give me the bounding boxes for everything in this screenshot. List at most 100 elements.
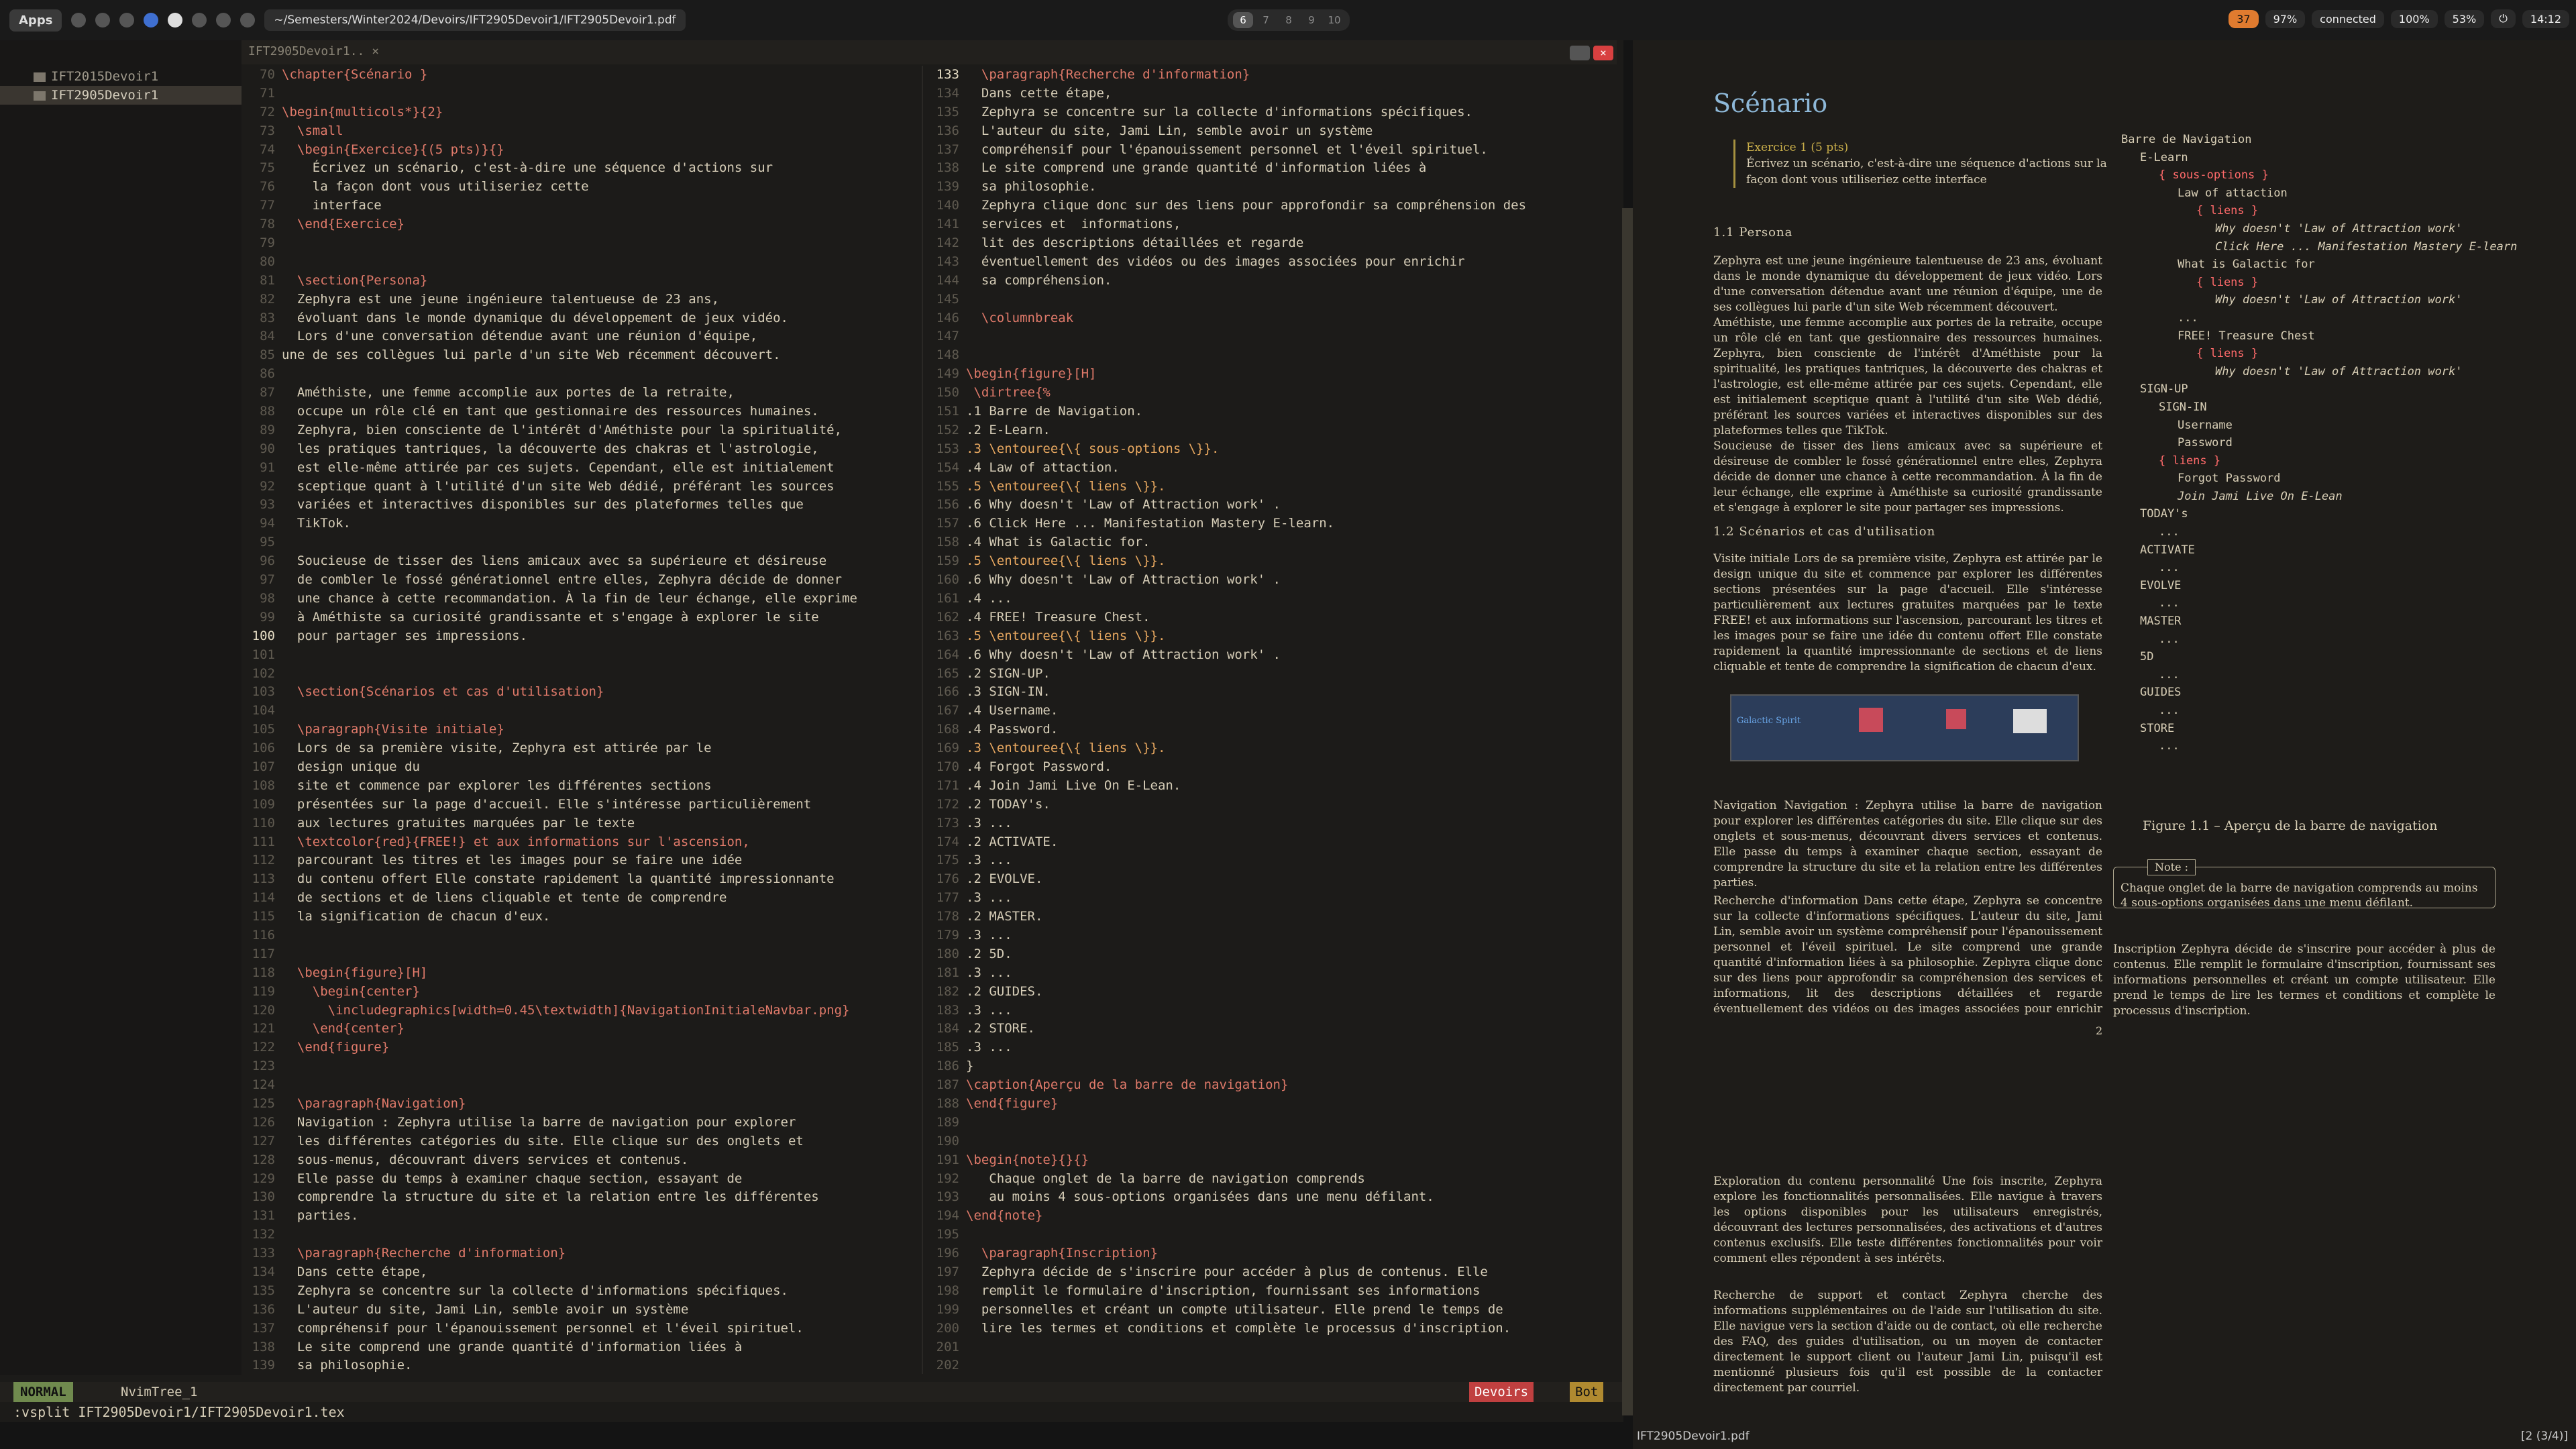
code-line[interactable]: 152 .2 E-Learn. [926, 421, 1617, 440]
code-line[interactable]: 146 \columnbreak [926, 309, 1617, 328]
code-line[interactable]: 96 Soucieuse de tisser des liens amicaux… [241, 552, 919, 571]
code-line[interactable]: 77 interface [241, 197, 919, 215]
code-line[interactable]: 74 \begin{Exercice}{(5 pts)}{} [241, 141, 919, 160]
code-line[interactable]: 154 .4 Law of attaction. [926, 459, 1617, 478]
code-line[interactable]: 124 [241, 1076, 919, 1095]
workspace-10[interactable]: 10 [1324, 12, 1344, 28]
code-line[interactable]: 185 .3 ... [926, 1038, 1617, 1057]
code-line[interactable]: 174 .2 ACTIVATE. [926, 833, 1617, 852]
code-line[interactable]: 125 \paragraph{Navigation} [241, 1095, 919, 1114]
code-line[interactable]: 150 \dirtree{% [926, 384, 1617, 402]
code-line[interactable]: 92 sceptique quant à l'utilité d'un site… [241, 478, 919, 496]
code-line[interactable]: 201 [926, 1338, 1617, 1357]
code-line[interactable]: 175 .3 ... [926, 851, 1617, 870]
code-line[interactable]: 99 à Améthiste sa curiosité grandissante… [241, 608, 919, 627]
code-line[interactable]: 90 les pratiques tantriques, la découver… [241, 440, 919, 459]
code-line[interactable]: 182 .2 GUIDES. [926, 983, 1617, 1002]
window-icon[interactable] [240, 13, 256, 28]
code-line[interactable]: 168 .4 Password. [926, 720, 1617, 739]
code-line[interactable]: 127 les différentes catégories du site. … [241, 1132, 919, 1151]
code-line[interactable]: 82 Zephyra est une jeune ingénieure tale… [241, 290, 919, 309]
code-line[interactable]: 136 L'auteur du site, Jami Lin, semble a… [241, 1301, 919, 1320]
code-line[interactable]: 155 .5 \entouree{\{ liens \}}. [926, 478, 1617, 496]
code-line[interactable]: 117 [241, 945, 919, 964]
code-line[interactable]: 94 TikTok. [241, 515, 919, 533]
code-line[interactable]: 180 .2 5D. [926, 945, 1617, 964]
code-line[interactable]: 98 une chance à cette recommandation. À … [241, 590, 919, 608]
code-line[interactable]: 83 évoluant dans le monde dynamique du d… [241, 309, 919, 328]
code-line[interactable]: 100 pour partager ses impressions. [241, 627, 919, 646]
tree-item-ift2905[interactable]: IFT2905Devoir1 [0, 86, 241, 105]
code-line[interactable]: 105 \paragraph{Visite initiale} [241, 720, 919, 739]
code-line[interactable]: 112 parcourant les titres et les images … [241, 851, 919, 870]
workspace-9[interactable]: 9 [1301, 12, 1322, 28]
code-line[interactable]: 134 Dans cette étape, [926, 85, 1617, 103]
code-line[interactable]: 134 Dans cette étape, [241, 1263, 919, 1282]
code-line[interactable]: 81 \section{Persona} [241, 272, 919, 290]
wifi-indicator[interactable]: 53% [2444, 9, 2485, 28]
code-line[interactable]: 171 .4 Join Jami Live On E-Lean. [926, 777, 1617, 796]
code-line[interactable]: 111 \textcolor{red}{FREE!} et aux inform… [241, 833, 919, 852]
settings-icon[interactable] [71, 13, 87, 28]
code-line[interactable]: 177 .3 ... [926, 889, 1617, 908]
code-line[interactable]: 122 \end{figure} [241, 1038, 919, 1057]
code-line[interactable]: 78 \end{Exercice} [241, 215, 919, 234]
code-line[interactable]: 166 .3 SIGN-IN. [926, 683, 1617, 702]
code-line[interactable]: 136 L'auteur du site, Jami Lin, semble a… [926, 122, 1617, 141]
code-line[interactable]: 176 .2 EVOLVE. [926, 870, 1617, 889]
help-icon[interactable] [192, 13, 207, 28]
code-line[interactable]: 186} [926, 1057, 1617, 1076]
code-line[interactable]: 198 remplit le formulaire d'inscription,… [926, 1282, 1617, 1301]
folder-icon[interactable] [216, 13, 231, 28]
code-line[interactable]: 126 Navigation : Zephyra utilise la barr… [241, 1114, 919, 1132]
code-line[interactable]: 97 de combler le fossé générationnel ent… [241, 571, 919, 590]
code-line[interactable]: 138 Le site comprend une grande quantité… [241, 1338, 919, 1357]
toggle-icon[interactable] [1570, 46, 1590, 60]
code-line[interactable]: 129 Elle passe du temps à examiner chaqu… [241, 1170, 919, 1189]
code-line[interactable]: 188 \end{figure} [926, 1095, 1617, 1114]
code-line[interactable]: 91 est elle-même attirée par ces sujets.… [241, 459, 919, 478]
code-line[interactable]: 72 \begin{multicols*}{2} [241, 103, 919, 122]
code-line[interactable]: 187 \caption{Aperçu de la barre de naviga… [926, 1076, 1617, 1095]
code-line[interactable]: 108 site et commence par explorer les di… [241, 777, 919, 796]
code-line[interactable]: 93 variées et interactives disponibles s… [241, 496, 919, 515]
code-line[interactable]: 160 .6 Why doesn't 'Law of Attraction wor… [926, 571, 1617, 590]
code-line[interactable]: 165 .2 SIGN-UP. [926, 665, 1617, 684]
workspace-6[interactable]: 6 [1233, 12, 1253, 28]
split-divider[interactable] [922, 66, 923, 1374]
code-line[interactable]: 133 \paragraph{Recherche d'information} [241, 1244, 919, 1263]
code-line[interactable]: 79 [241, 234, 919, 253]
code-line[interactable]: 135 Zephyra se concentre sur la collecte… [241, 1282, 919, 1301]
code-line[interactable]: 195 [926, 1226, 1617, 1244]
volume-indicator[interactable]: 97% [2265, 9, 2306, 28]
code-line[interactable]: 133 \paragraph{Recherche d'information} [926, 66, 1617, 85]
code-line[interactable]: 199 personnelles et créant un compte uti… [926, 1301, 1617, 1320]
code-line[interactable]: 106 Lors de sa première visite, Zephyra … [241, 739, 919, 758]
code-line[interactable]: 200 lire les termes et conditions et com… [926, 1320, 1617, 1338]
updates-badge[interactable]: 37 [2229, 9, 2259, 28]
terminal-icon[interactable] [95, 13, 111, 28]
code-line[interactable]: 148 [926, 346, 1617, 365]
code-line[interactable]: 184 .2 STORE. [926, 1020, 1617, 1038]
code-line[interactable]: 114 de sections et de liens cliquable et… [241, 889, 919, 908]
code-line[interactable]: 70 \chapter{Scénario } [241, 66, 919, 85]
notes-icon[interactable] [168, 13, 183, 28]
workspace-7[interactable]: 7 [1256, 12, 1276, 28]
code-line[interactable]: 144 sa compréhension. [926, 272, 1617, 290]
code-line[interactable]: 164 .6 Why doesn't 'Law of Attraction wor… [926, 646, 1617, 665]
code-line[interactable]: 191 \begin{note}{}{} [926, 1151, 1617, 1170]
code-line[interactable]: 121 \end{center} [241, 1020, 919, 1038]
code-line[interactable]: 110 aux lectures gratuites marquées par … [241, 814, 919, 833]
network-indicator[interactable]: connected [2312, 9, 2384, 28]
code-line[interactable]: 156 .6 Why doesn't 'Law of Attraction wor… [926, 496, 1617, 515]
code-line[interactable]: 132 [241, 1226, 919, 1244]
code-line[interactable]: 170 .4 Forgot Password. [926, 758, 1617, 777]
code-line[interactable]: 119 \begin{center} [241, 983, 919, 1002]
code-line[interactable]: 149 \begin{figure}[H] [926, 365, 1617, 384]
code-line[interactable]: 135 Zephyra se concentre sur la collecte… [926, 103, 1617, 122]
code-line[interactable]: 173 .3 ... [926, 814, 1617, 833]
code-line[interactable]: 161 .4 ... [926, 590, 1617, 608]
code-line[interactable]: 131 parties. [241, 1207, 919, 1226]
code-line[interactable]: 196 \paragraph{Inscription} [926, 1244, 1617, 1263]
code-line[interactable]: 109 présentées sur la page d'accueil. El… [241, 796, 919, 814]
